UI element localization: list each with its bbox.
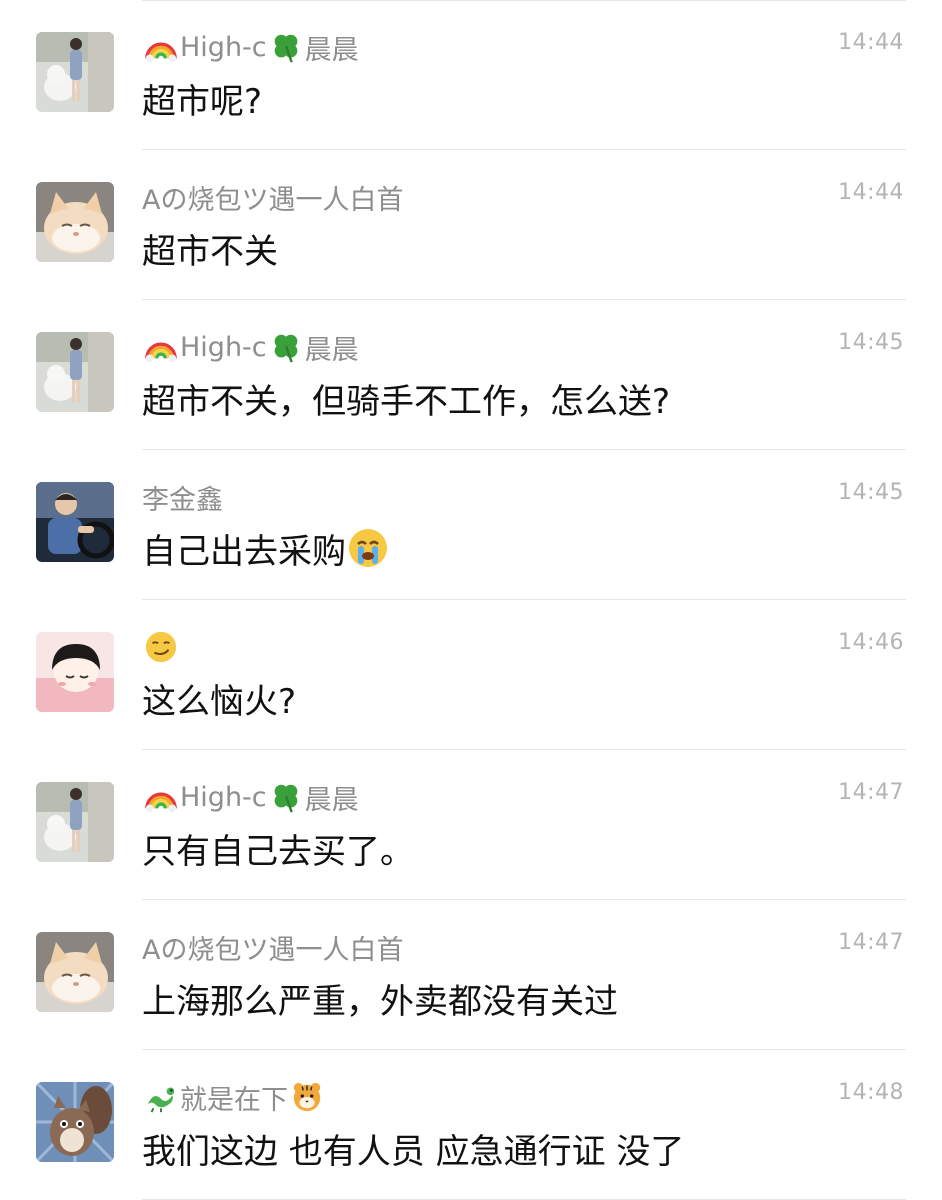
sender-name-part: High-c (180, 781, 267, 813)
dragon-icon (143, 1079, 179, 1115)
sender-name: 就是在下 (142, 1077, 326, 1117)
chat-message-list[interactable]: High-c 晨晨 14:44 超市呢? Aの烧包ツ遇一人白首 14:44 超市… (0, 0, 942, 1200)
avatar-man-driving[interactable] (36, 482, 114, 562)
sender-name: Aの烧包ツ遇一人白首 (142, 934, 404, 966)
message-time: 14:45 (838, 330, 904, 355)
avatar-girl-dog[interactable] (36, 782, 114, 862)
sender-name: High-c 晨晨 (142, 27, 359, 67)
four-leaf-clover-icon (268, 779, 304, 815)
message-text[interactable]: 这么恼火? (142, 676, 296, 722)
message-text: 自己出去采购 (142, 531, 346, 572)
avatar-girl-dog[interactable] (36, 332, 114, 412)
message-time: 14:44 (838, 30, 904, 55)
rainbow-icon (143, 779, 179, 815)
message-time: 14:48 (838, 1080, 904, 1105)
smirking-face-icon (143, 629, 179, 665)
tiger-face-icon (289, 1079, 325, 1115)
message-text[interactable]: 只有自己去买了。 (142, 826, 414, 872)
avatar-cat[interactable] (36, 932, 114, 1012)
message-row[interactable]: High-c 晨晨 14:45 超市不关，但骑手不工作，怎么送? (0, 300, 942, 450)
avatar-girl-dog[interactable] (36, 32, 114, 112)
message-row[interactable]: High-c 晨晨 14:44 超市呢? (0, 0, 942, 150)
message-text[interactable]: 超市呢? (142, 76, 262, 122)
four-leaf-clover-icon (268, 29, 304, 65)
rainbow-icon (143, 329, 179, 365)
message-time: 14:45 (838, 480, 904, 505)
sender-name-part: 晨晨 (304, 34, 359, 66)
message-text-container[interactable]: 自己出去采购 (142, 526, 390, 572)
message-row[interactable]: Aの烧包ツ遇一人白首 14:44 超市不关 (0, 150, 942, 300)
crying-face-icon (346, 526, 390, 570)
sender-name: 李金鑫 (142, 484, 223, 516)
four-leaf-clover-icon (268, 329, 304, 365)
sender-name-part: 晨晨 (304, 334, 359, 366)
sender-name (142, 627, 180, 667)
rainbow-icon (143, 29, 179, 65)
sender-name-part: High-c (180, 331, 267, 363)
message-row[interactable]: 就是在下 14:48 我们这边 也有人员 应急通行证 没了 (0, 1050, 942, 1200)
sender-name: High-c 晨晨 (142, 777, 359, 817)
sender-name: Aの烧包ツ遇一人白首 (142, 184, 404, 216)
message-row[interactable]: High-c 晨晨 14:47 只有自己去买了。 (0, 750, 942, 900)
message-row[interactable]: Aの烧包ツ遇一人白首 14:47 上海那么严重，外卖都没有关过 (0, 900, 942, 1050)
sender-name-part: High-c (180, 31, 267, 63)
message-row[interactable]: 李金鑫 14:45 自己出去采购 (0, 450, 942, 600)
message-text[interactable]: 我们这边 也有人员 应急通行证 没了 (142, 1126, 684, 1172)
message-time: 14:44 (838, 180, 904, 205)
message-row[interactable]: 14:46 这么恼火? (0, 600, 942, 750)
sender-name-part: 就是在下 (180, 1084, 288, 1116)
avatar-cartoon-girl[interactable] (36, 632, 114, 712)
message-time: 14:46 (838, 630, 904, 655)
sender-name: High-c 晨晨 (142, 327, 359, 367)
message-text[interactable]: 超市不关 (142, 226, 278, 272)
message-time: 14:47 (838, 930, 904, 955)
avatar-cat[interactable] (36, 182, 114, 262)
message-text[interactable]: 上海那么严重，外卖都没有关过 (142, 976, 618, 1022)
avatar-squirrel[interactable] (36, 1082, 114, 1162)
sender-name-part: 晨晨 (304, 784, 359, 816)
message-text[interactable]: 超市不关，但骑手不工作，怎么送? (142, 376, 670, 422)
message-time: 14:47 (838, 780, 904, 805)
